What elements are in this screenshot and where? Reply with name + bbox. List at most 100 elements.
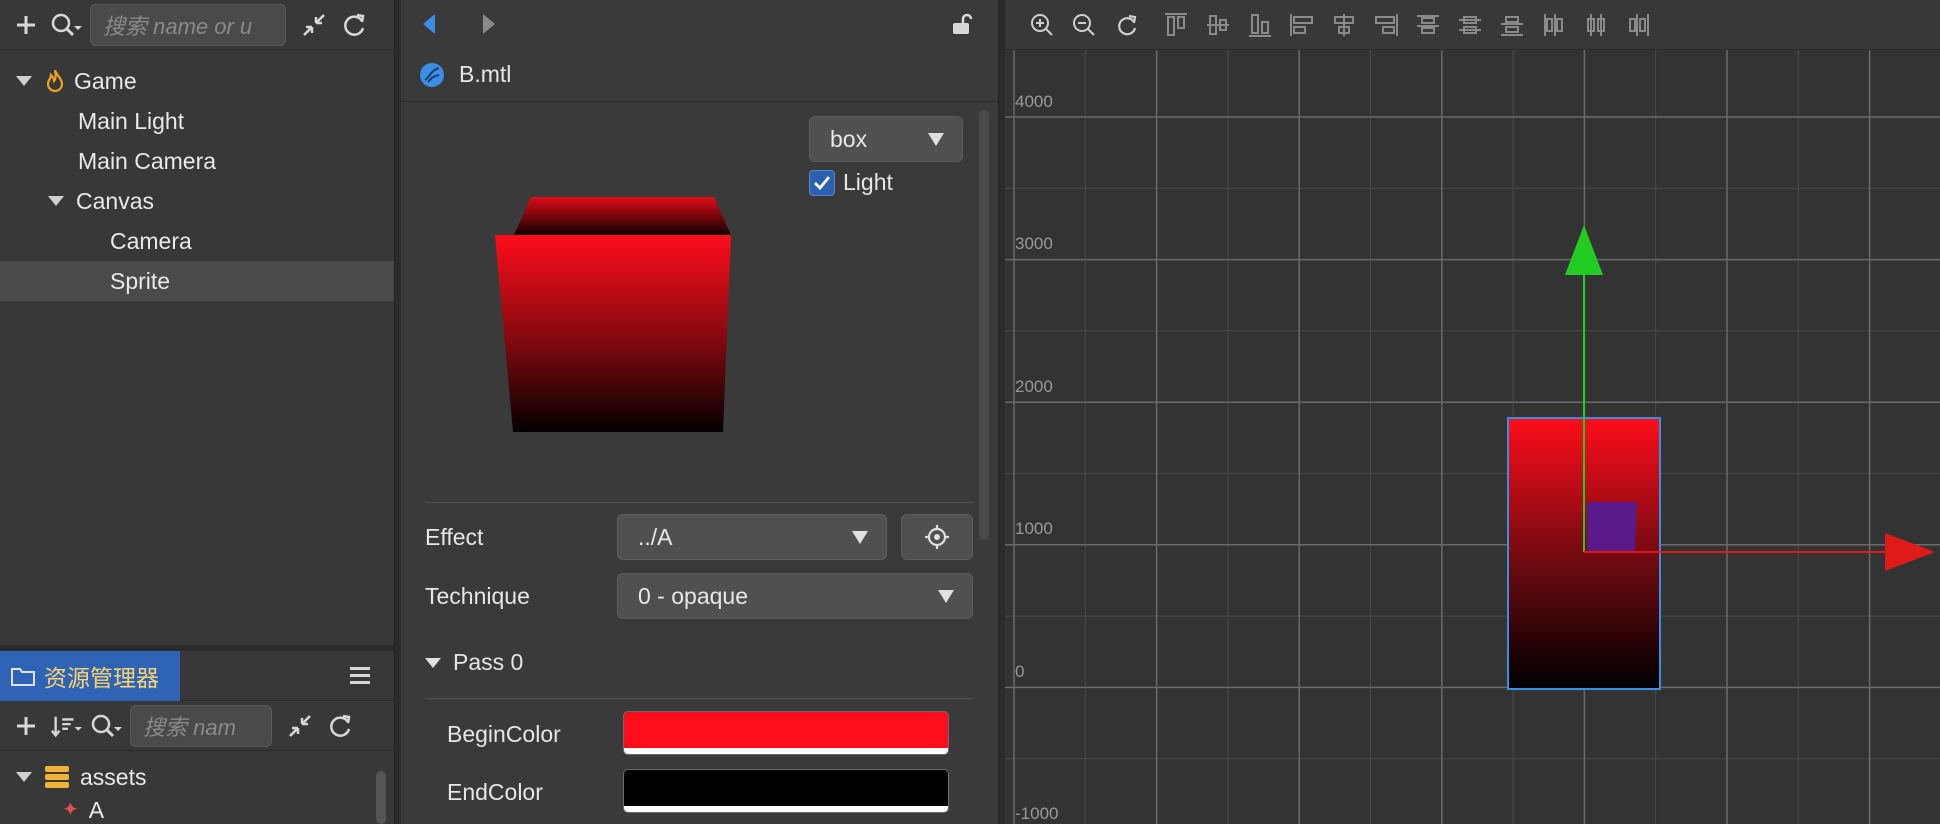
effect-label: Effect xyxy=(425,523,484,550)
distribute-top-icon[interactable] xyxy=(1413,10,1443,40)
folder-icon xyxy=(10,665,36,687)
technique-value: 0 - opaque xyxy=(638,582,748,609)
tree-node-a[interactable]: ✦ A xyxy=(0,797,394,819)
pass-section-header[interactable]: Pass 0 xyxy=(425,649,523,676)
lock-icon[interactable] xyxy=(950,12,974,36)
align-vertical-center-icon[interactable] xyxy=(1203,10,1233,40)
refresh-icon[interactable] xyxy=(324,710,356,742)
reset-view-icon[interactable] xyxy=(1111,10,1141,40)
tree-label: Camera xyxy=(110,227,192,254)
sort-icon[interactable] xyxy=(50,710,82,742)
tree-label: Main Light xyxy=(78,107,185,134)
tree-node-assets[interactable]: assets xyxy=(0,757,394,797)
align-left-icon[interactable] xyxy=(1287,10,1317,40)
end-color-label-row: EndColor xyxy=(447,767,543,817)
hierarchy-toolbar: 搜索 name or u xyxy=(0,0,394,50)
assets-search-input[interactable]: 搜索 nam xyxy=(130,704,272,747)
effect-dropdown[interactable]: ../A xyxy=(617,514,887,560)
assets-panel: 资源管理器 搜索 nam assets ✦ A xyxy=(0,650,395,824)
begin-color-swatch[interactable] xyxy=(623,711,949,755)
search-placeholder: 搜索 nam xyxy=(143,714,236,740)
hierarchy-search-input[interactable]: 搜索 name or u xyxy=(90,3,286,46)
assets-toolbar: 搜索 nam xyxy=(0,701,394,751)
sparkle-icon: ✦ xyxy=(62,799,79,819)
align-right-icon[interactable] xyxy=(1371,10,1401,40)
material-icon xyxy=(419,62,445,88)
tree-node-main-camera[interactable]: Main Camera xyxy=(0,141,394,181)
expand-arrow-icon[interactable] xyxy=(16,76,32,86)
search-filter-icon[interactable] xyxy=(90,710,122,742)
align-top-icon[interactable] xyxy=(1161,10,1191,40)
dropdown-arrow-icon xyxy=(928,133,944,146)
scene-toolbar xyxy=(1005,0,1940,50)
child-node[interactable] xyxy=(1587,502,1637,552)
add-icon[interactable] xyxy=(10,710,42,742)
add-icon[interactable] xyxy=(10,9,42,41)
distribute-left-icon[interactable] xyxy=(1539,10,1569,40)
gizmo-y-arrow-icon[interactable] xyxy=(1565,225,1603,275)
tree-node-game[interactable]: Game xyxy=(0,61,394,101)
tree-node-camera[interactable]: Camera xyxy=(0,221,394,261)
inspector-scrollbar[interactable] xyxy=(979,110,989,540)
technique-label: Technique xyxy=(425,582,530,609)
tree-label: assets xyxy=(80,763,147,790)
assets-tab-label: 资源管理器 xyxy=(44,664,159,691)
gizmo-x-arrow-icon[interactable] xyxy=(1885,533,1935,571)
file-name: B.mtl xyxy=(459,61,512,87)
inspector-title: B.mtl xyxy=(401,48,998,102)
align-bottom-icon[interactable] xyxy=(1245,10,1275,40)
pass-label: Pass 0 xyxy=(453,649,524,675)
database-icon xyxy=(44,765,70,789)
ruler-label: 4000 xyxy=(1015,92,1053,111)
assets-scrollbar[interactable] xyxy=(376,771,386,824)
expand-arrow-icon[interactable] xyxy=(16,772,32,782)
begin-color-label-row: BeginColor xyxy=(447,709,561,759)
search-filter-icon[interactable] xyxy=(50,9,82,41)
menu-icon[interactable] xyxy=(350,667,370,684)
collapse-icon[interactable] xyxy=(284,710,316,742)
distribute-horizontal-center-icon[interactable] xyxy=(1581,10,1611,40)
inspector-panel: B.mtl box Light Effect ../A Technique 0 … xyxy=(401,0,999,824)
alpha-bar xyxy=(624,748,948,754)
dropdown-arrow-icon xyxy=(938,590,954,603)
scene-viewport[interactable] xyxy=(1005,0,1940,824)
tree-label: Main Camera xyxy=(78,147,217,174)
technique-label-row: Technique xyxy=(425,571,530,621)
distribute-bottom-icon[interactable] xyxy=(1497,10,1527,40)
tree-node-sprite[interactable]: Sprite xyxy=(0,261,394,301)
technique-dropdown[interactable]: 0 - opaque xyxy=(617,573,973,619)
distribute-right-icon[interactable] xyxy=(1623,10,1653,40)
hierarchy-tree: Game Main Light Main Camera Canvas Camer… xyxy=(0,50,394,301)
zoom-out-icon[interactable] xyxy=(1069,10,1099,40)
locate-button[interactable] xyxy=(901,514,973,560)
alpha-bar xyxy=(624,806,948,812)
collapse-icon[interactable] xyxy=(298,9,330,41)
ruler-label: 2000 xyxy=(1015,377,1053,396)
refresh-icon[interactable] xyxy=(338,9,370,41)
scene-panel: 4000 3000 2000 1000 0 -1000 xyxy=(1005,0,1940,824)
inspector-toolbar xyxy=(401,0,998,48)
tree-node-canvas[interactable]: Canvas xyxy=(0,181,394,221)
light-toggle[interactable]: Light xyxy=(809,169,893,196)
expand-arrow-icon[interactable] xyxy=(48,196,64,206)
expand-arrow-icon[interactable] xyxy=(425,657,441,668)
ruler-label: 0 xyxy=(1015,662,1025,681)
forward-arrow-icon[interactable] xyxy=(483,14,495,34)
assets-tree: assets ✦ A xyxy=(0,751,394,819)
end-color-swatch[interactable] xyxy=(623,769,949,813)
fire-icon xyxy=(44,68,66,94)
ruler-label: -1000 xyxy=(1015,804,1059,823)
search-placeholder: 搜索 name or u xyxy=(103,13,253,39)
target-icon xyxy=(924,524,950,550)
distribute-vertical-center-icon[interactable] xyxy=(1455,10,1485,40)
hierarchy-panel: 搜索 name or u Game Main Light Main Camera… xyxy=(0,0,395,645)
zoom-in-icon[interactable] xyxy=(1027,10,1057,40)
assets-tab[interactable]: 资源管理器 xyxy=(0,650,180,701)
tree-node-main-light[interactable]: Main Light xyxy=(0,101,394,141)
align-horizontal-center-icon[interactable] xyxy=(1329,10,1359,40)
back-arrow-icon[interactable] xyxy=(423,14,435,34)
preview-mesh-dropdown[interactable]: box xyxy=(809,116,963,162)
checkbox-checked-icon[interactable] xyxy=(809,169,835,196)
tree-label: Sprite xyxy=(110,267,171,294)
divider xyxy=(425,502,973,503)
